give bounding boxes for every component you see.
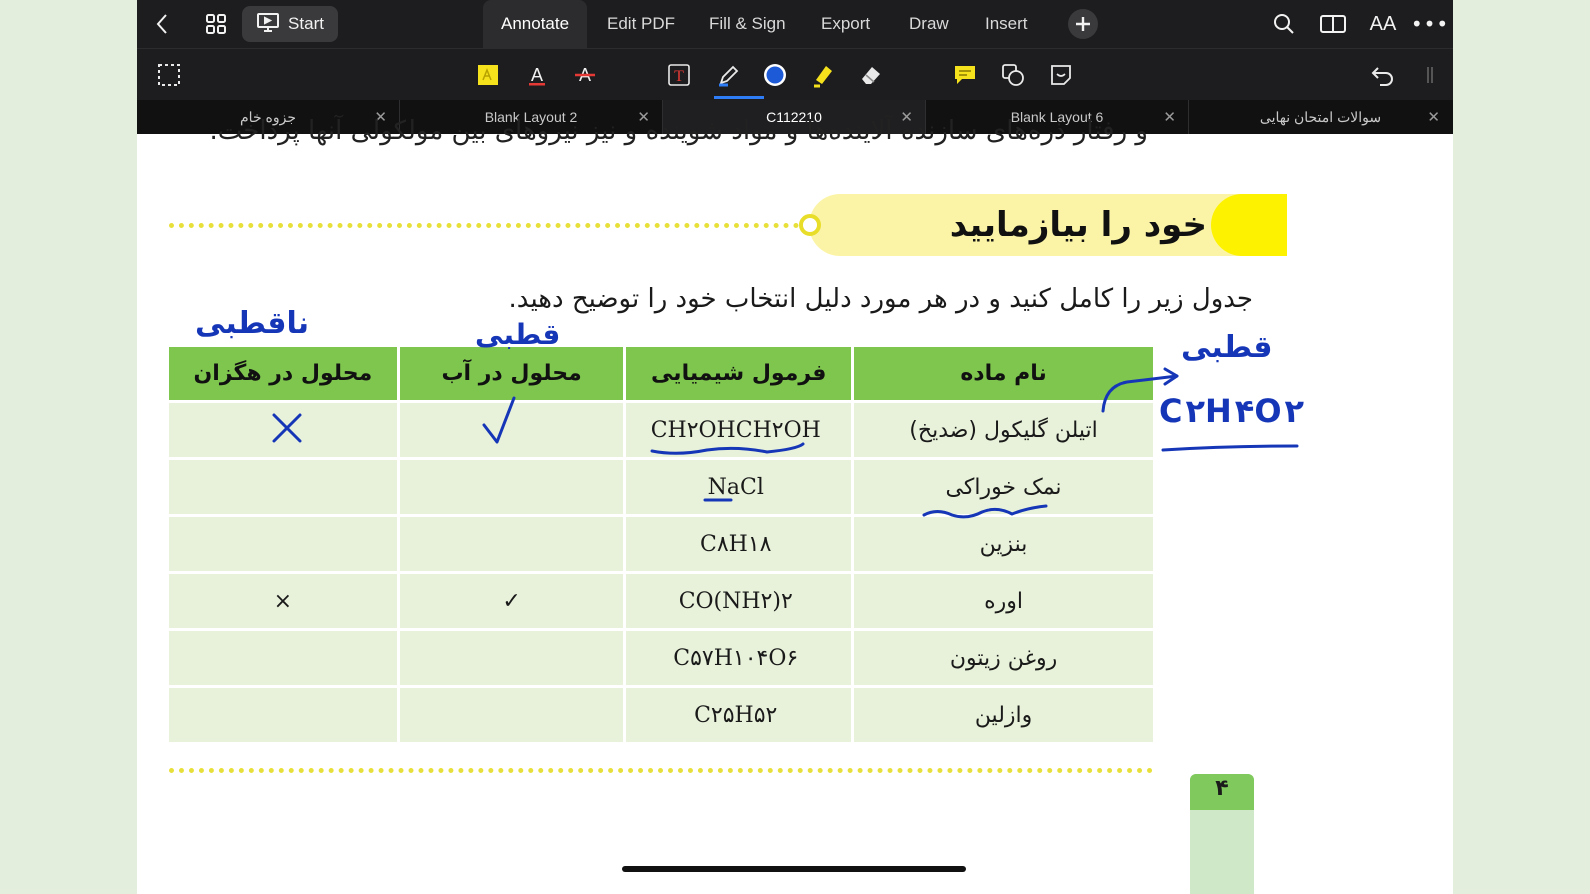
- top-bar: Start Annotate Edit PDF Fill & Sign Expo…: [137, 0, 1453, 48]
- comment-icon[interactable]: [949, 59, 981, 91]
- heading-bullet: [799, 214, 821, 236]
- grid-icon[interactable]: [201, 6, 231, 42]
- water-cell: [396, 457, 624, 514]
- substance-formula: NaCl: [623, 457, 852, 514]
- water-cell: [396, 628, 624, 685]
- doc-tab-label: سوالات امتحان نهایی: [1259, 108, 1382, 125]
- page-number-tab: ۴: [1190, 774, 1254, 894]
- hexane-cell: [169, 457, 397, 514]
- sticker-icon[interactable]: [1045, 59, 1077, 91]
- table-row: روغن زیتون C۵۷H۱۰۴O۶: [169, 628, 1153, 685]
- table-row: بنزین C۸H۱۸: [169, 514, 1153, 571]
- text-color-letter: A: [531, 65, 543, 85]
- eraser-icon[interactable]: [855, 59, 887, 91]
- sticky-highlight-icon[interactable]: [472, 59, 504, 91]
- toolbar-handle[interactable]: [1427, 67, 1433, 83]
- table-row: اوره CO(NH۲)۲ ✓ ×: [169, 571, 1153, 628]
- annotation-toolbar: A A T: [137, 48, 1453, 100]
- substance-name: روغن زیتون: [851, 628, 1153, 685]
- search-icon[interactable]: [1269, 6, 1299, 42]
- substance-table: نام ماده فرمول شیمیایی محلول در آب محلول…: [169, 347, 1153, 742]
- section-heading: خود را بیازمایید: [949, 205, 1207, 245]
- textbox-icon[interactable]: T: [663, 59, 695, 91]
- select-icon[interactable]: [153, 59, 185, 91]
- header-hexane-soluble: محلول در هگزان: [169, 347, 397, 400]
- ink-polar-note-side: قطبی: [1181, 330, 1273, 365]
- close-icon[interactable]: ✕: [1427, 108, 1440, 126]
- substance-formula: CO(NH۲)۲: [623, 571, 852, 628]
- instruction-text: جدول زیر را کامل کنید و در هر مورد دلیل …: [508, 284, 1253, 314]
- color-circle-icon[interactable]: [759, 59, 791, 91]
- pen-icon[interactable]: [713, 59, 745, 91]
- substance-name: وازلین: [851, 685, 1153, 742]
- tab-edit-pdf[interactable]: Edit PDF: [607, 0, 675, 48]
- tab-insert[interactable]: Insert: [985, 0, 1028, 48]
- back-icon[interactable]: [147, 6, 177, 42]
- doc-tab-5[interactable]: سوالات امتحان نهایی ✕: [1189, 100, 1452, 134]
- substance-formula: C۸H۱۸: [623, 514, 852, 571]
- pdf-page[interactable]: و رفتار ذره‌های سازنده آلاینده‌ها و مواد…: [137, 116, 1453, 894]
- undo-icon[interactable]: [1367, 59, 1399, 91]
- highlighter-icon[interactable]: [807, 59, 839, 91]
- water-cell: [396, 400, 624, 457]
- hexane-cell-cross: ×: [169, 571, 397, 628]
- water-cell: [396, 514, 624, 571]
- textbox-letter: T: [674, 68, 684, 85]
- substance-name: اوره: [851, 571, 1153, 628]
- tab-fill-sign[interactable]: Fill & Sign: [709, 0, 786, 48]
- header-formula: فرمول شیمیایی: [623, 347, 852, 400]
- tab-annotate[interactable]: Annotate: [483, 0, 588, 48]
- hexane-cell: [169, 685, 397, 742]
- heading-accent: [1211, 194, 1287, 256]
- table-header-row: نام ماده فرمول شیمیایی محلول در آب محلول…: [169, 347, 1153, 400]
- pen-active-indicator: [714, 96, 764, 99]
- dotted-divider-bottom: [169, 768, 1153, 773]
- plus-icon[interactable]: [1065, 6, 1101, 42]
- start-label: Start: [288, 14, 324, 33]
- dotted-divider-top: [169, 223, 809, 228]
- substance-formula: CH۲OHCH۲OH: [623, 400, 852, 457]
- substance-formula: C۲۵H۵۲: [623, 685, 852, 742]
- tab-export[interactable]: Export: [821, 0, 870, 48]
- hexane-cell: [169, 628, 397, 685]
- tab-draw[interactable]: Draw: [909, 0, 949, 48]
- cut-off-text-line: و رفتار ذره‌های سازنده آلاینده‌ها و مواد…: [209, 116, 1148, 146]
- water-cell-check: ✓: [396, 571, 624, 628]
- header-substance-name: نام ماده: [851, 347, 1153, 400]
- hexane-cell: [169, 514, 397, 571]
- app-window: Start Annotate Edit PDF Fill & Sign Expo…: [137, 0, 1453, 894]
- substance-name: نمک خوراکی: [851, 457, 1153, 514]
- text-size-icon[interactable]: AA: [1365, 6, 1401, 42]
- table-row: اتیلن گلیکول (ضدیخ) CH۲OHCH۲OH: [169, 400, 1153, 457]
- book-icon[interactable]: [1317, 6, 1349, 42]
- ink-side-formula: C۲H۴O۲: [1159, 392, 1305, 430]
- presentation-icon: [256, 11, 280, 38]
- substance-name: اتیلن گلیکول (ضدیخ): [851, 400, 1153, 457]
- water-cell: [396, 685, 624, 742]
- start-button[interactable]: Start: [242, 6, 338, 42]
- close-icon[interactable]: ✕: [1163, 108, 1176, 126]
- strikethrough-icon[interactable]: A: [569, 59, 601, 91]
- text-color-icon[interactable]: A: [521, 59, 553, 91]
- more-icon[interactable]: •••: [1411, 6, 1448, 42]
- ink-nonpolar-note: ناقطبی: [195, 306, 309, 341]
- page-number: ۴: [1190, 774, 1254, 810]
- substance-formula: C۵۷H۱۰۴O۶: [623, 628, 852, 685]
- header-water-soluble: محلول در آب: [396, 347, 624, 400]
- hexane-cell: [169, 400, 397, 457]
- ink-polar-note-water: قطبی: [475, 318, 561, 351]
- home-indicator: [622, 866, 966, 872]
- table-row: نمک خوراکی NaCl: [169, 457, 1153, 514]
- shapes-icon[interactable]: [997, 59, 1029, 91]
- table-row: وازلین C۲۵H۵۲: [169, 685, 1153, 742]
- substance-name: بنزین: [851, 514, 1153, 571]
